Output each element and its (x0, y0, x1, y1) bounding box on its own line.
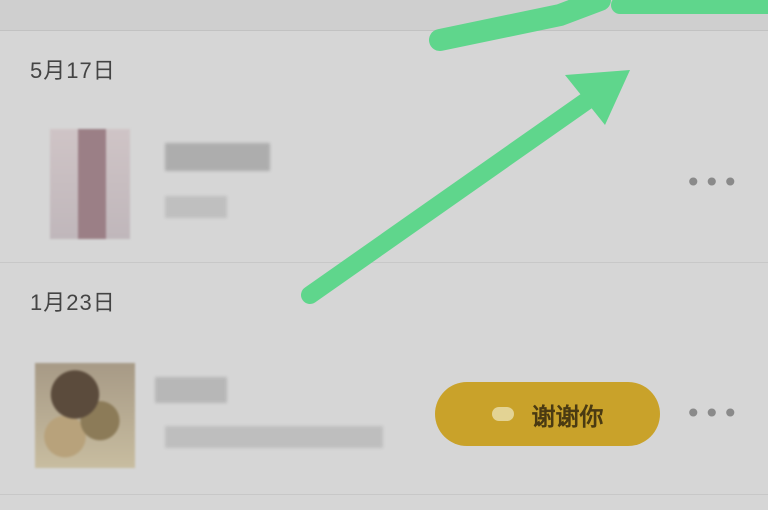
contact-subtitle (165, 426, 383, 448)
thank-you-button[interactable]: 谢谢你 (435, 382, 660, 446)
contact-section: 1月23日 ••• (0, 263, 768, 493)
divider (0, 494, 768, 495)
section-date: 1月23日 (30, 290, 116, 315)
heart-icon (491, 407, 514, 421)
contact-section: 5月17日 ••• (0, 31, 768, 261)
contact-subtitle (165, 196, 227, 218)
more-button[interactable]: ••• (685, 166, 741, 199)
avatar[interactable] (50, 129, 130, 239)
section-date: 5月17日 (30, 58, 116, 83)
more-button[interactable]: ••• (685, 397, 741, 430)
avatar[interactable] (35, 363, 135, 468)
contact-name (155, 377, 227, 403)
contact-name (165, 143, 270, 171)
top-bar (0, 0, 768, 31)
thank-you-label: 谢谢你 (531, 402, 604, 431)
